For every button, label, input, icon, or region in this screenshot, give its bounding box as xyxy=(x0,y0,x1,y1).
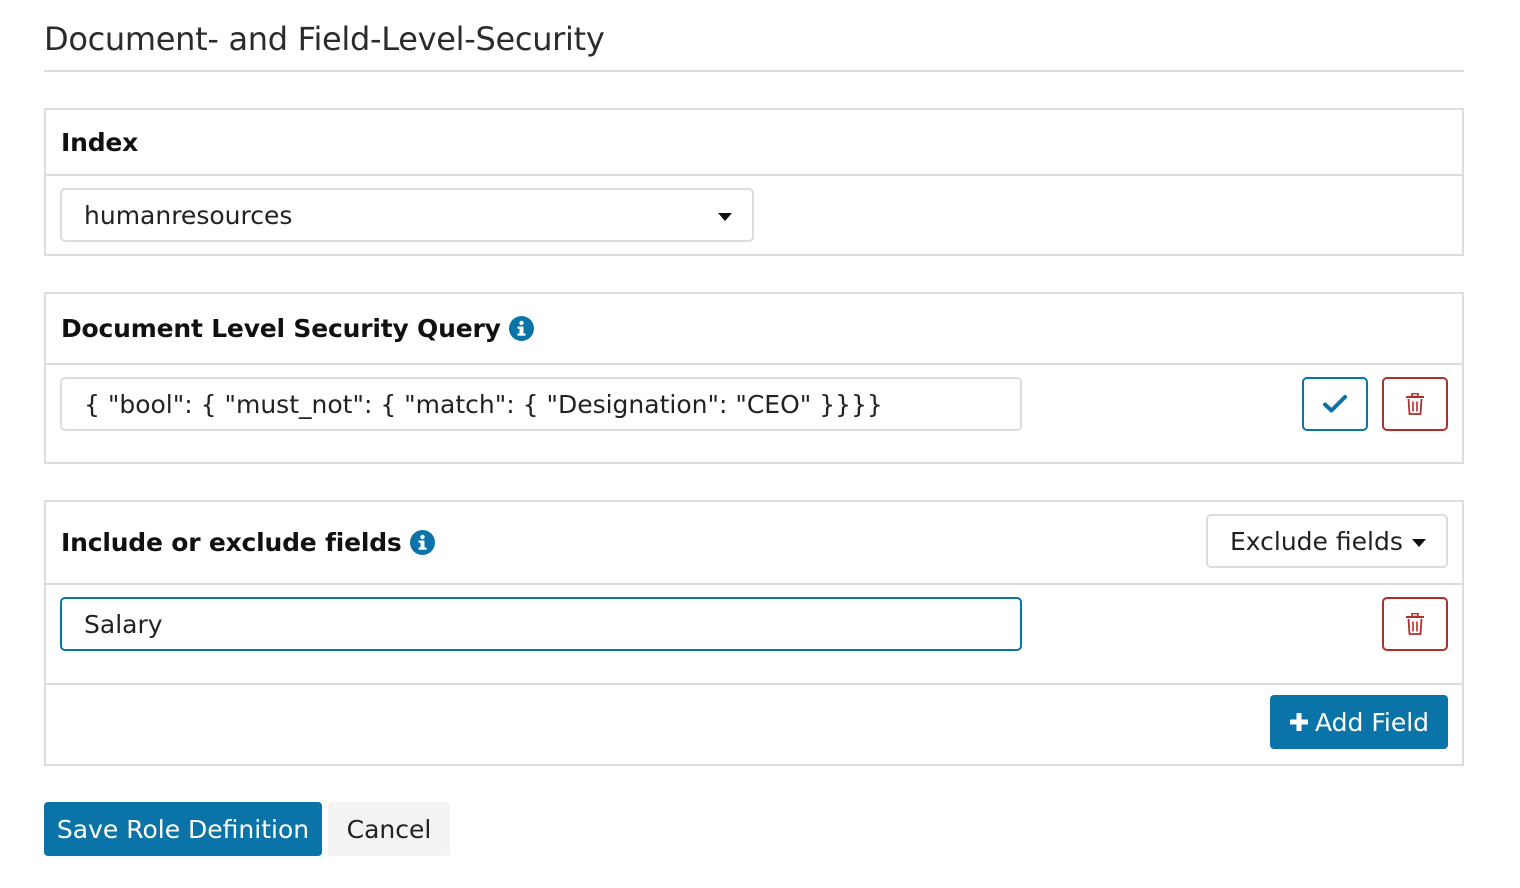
fls-field-value: Salary xyxy=(84,609,163,639)
cancel-label: Cancel xyxy=(346,814,432,844)
index-select-value: humanresources xyxy=(84,200,293,230)
info-icon[interactable] xyxy=(508,316,534,341)
add-field-label: Add Field xyxy=(1314,707,1430,737)
caret-down-icon xyxy=(718,213,732,221)
dls-label: Document Level Security Query xyxy=(61,314,501,343)
save-role-button[interactable]: Save Role Definition xyxy=(44,802,322,856)
fls-add-row: Add Field xyxy=(46,685,1462,764)
index-panel: Index humanresources xyxy=(44,108,1464,256)
cancel-button[interactable]: Cancel xyxy=(328,802,450,856)
dls-panel: Document Level Security Query { "bool": … xyxy=(44,292,1464,464)
fls-mode-select[interactable]: Exclude fields xyxy=(1206,514,1448,568)
save-role-label: Save Role Definition xyxy=(56,814,310,844)
add-field-button[interactable]: Add Field xyxy=(1270,695,1448,749)
index-panel-body: humanresources xyxy=(46,176,1462,254)
fls-label: Include or exclude fields xyxy=(61,528,402,557)
trash-icon xyxy=(1406,613,1424,635)
fls-mode-value: Exclude fields xyxy=(1230,526,1403,556)
index-label: Index xyxy=(61,127,139,157)
index-select[interactable]: humanresources xyxy=(60,188,754,242)
check-icon xyxy=(1323,395,1347,413)
index-panel-header: Index xyxy=(46,110,1462,176)
info-icon[interactable] xyxy=(409,530,435,555)
dls-panel-header: Document Level Security Query xyxy=(46,294,1462,365)
trash-icon xyxy=(1406,393,1424,415)
page-title: Document- and Field-Level-Security xyxy=(44,20,605,58)
fls-panel-header: Include or exclude fields Exclude fields xyxy=(46,502,1462,585)
fls-field-input[interactable]: Salary xyxy=(60,597,1022,651)
plus-icon xyxy=(1289,713,1308,731)
dls-panel-body: { "bool": { "must_not": { "match": { "De… xyxy=(46,365,1462,462)
dls-query-input[interactable]: { "bool": { "must_not": { "match": { "De… xyxy=(60,377,1022,431)
delete-query-button[interactable] xyxy=(1382,377,1448,431)
title-divider xyxy=(44,70,1464,72)
delete-field-button[interactable] xyxy=(1382,597,1448,651)
fls-field-row: Salary xyxy=(46,585,1462,685)
dls-query-value: { "bool": { "must_not": { "match": { "De… xyxy=(84,389,883,419)
dls-fls-page: Document- and Field-Level-Security Index… xyxy=(0,0,1520,888)
fls-panel: Include or exclude fields Exclude fields… xyxy=(44,500,1464,766)
confirm-query-button[interactable] xyxy=(1302,377,1368,431)
caret-down-icon xyxy=(1412,539,1426,547)
